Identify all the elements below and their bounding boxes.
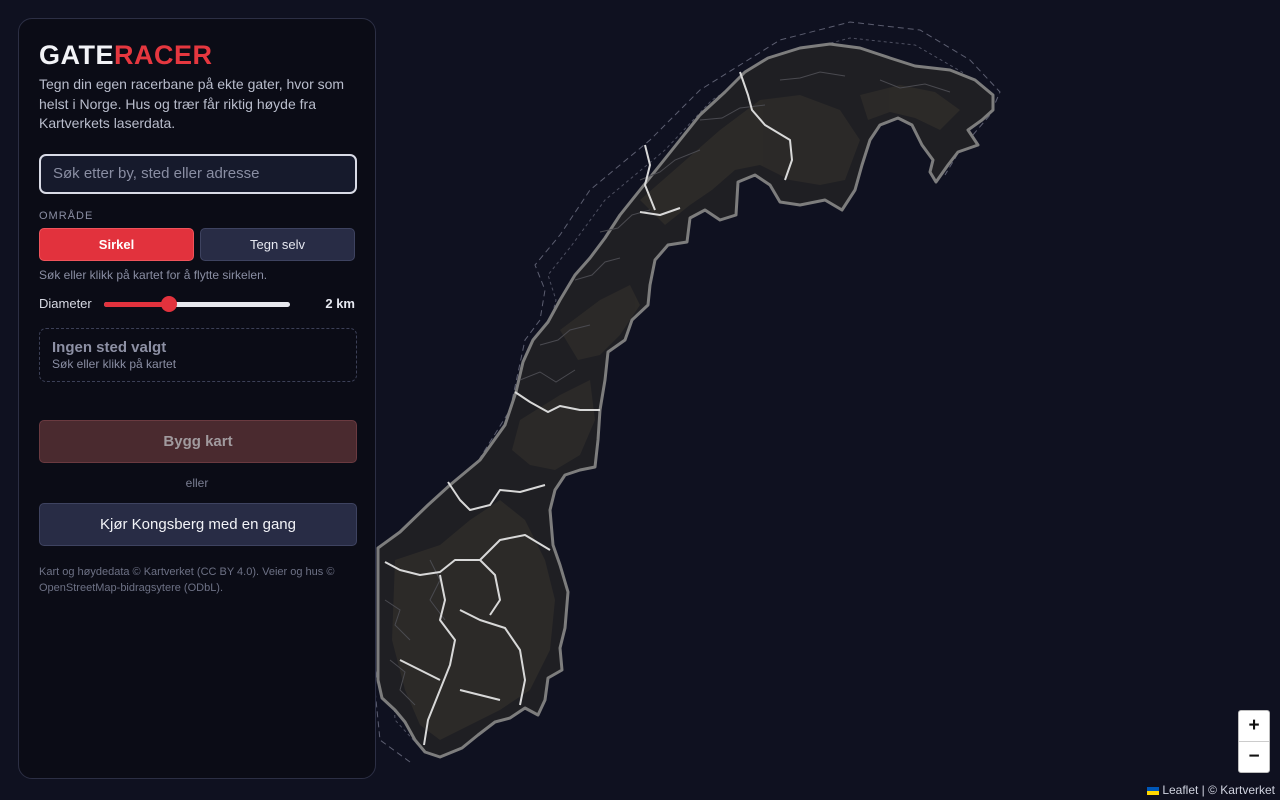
side-panel: GATERACER Tegn din egen racerbane på ekt… xyxy=(18,18,376,779)
no-place-subtitle: Søk eller klikk på kartet xyxy=(52,356,177,371)
diameter-row: Diameter 2 km xyxy=(39,295,355,313)
ukraine-flag-icon xyxy=(1147,786,1160,795)
zoom-out-button[interactable]: − xyxy=(1239,742,1269,772)
build-map-button[interactable]: Bygg kart xyxy=(39,419,357,463)
app-logo: GATERACER xyxy=(39,39,355,71)
diameter-label: Diameter xyxy=(39,296,92,311)
selected-place-box: Ingen sted valgt Søk eller klikk på kart… xyxy=(39,327,357,382)
no-place-title: Ingen sted valgt xyxy=(52,338,167,356)
diameter-value: 2 km xyxy=(325,296,355,311)
intro-text: Tegn din egen racerbane på ekte gater, h… xyxy=(39,76,345,131)
area-mode-toggle: Sirkel Tegn selv xyxy=(39,227,355,261)
terrain-layer xyxy=(392,85,960,740)
leaflet-link[interactable]: Leaflet xyxy=(1162,783,1198,797)
diameter-slider[interactable] xyxy=(104,295,290,313)
credits-text: Kart og høydedata © Kartverket (CC BY 4.… xyxy=(39,565,335,594)
zoom-in-button[interactable]: + xyxy=(1239,711,1269,742)
or-divider: eller xyxy=(185,475,209,490)
map-attribution: Leaflet | © Kartverket xyxy=(1142,781,1280,800)
attribution-text: | © Kartverket xyxy=(1198,783,1275,797)
area-label: OMRÅDE xyxy=(39,209,94,222)
logo-racer: RACER xyxy=(114,40,213,70)
circle-mode-button[interactable]: Sirkel xyxy=(39,227,194,261)
draw-mode-button[interactable]: Tegn selv xyxy=(200,227,355,261)
slider-fill xyxy=(104,301,170,307)
slider-thumb[interactable] xyxy=(161,295,178,312)
search-input[interactable] xyxy=(39,153,357,194)
logo-gate: GATE xyxy=(39,40,114,70)
area-hint: Søk eller klikk på kartet for å flytte s… xyxy=(39,267,268,282)
zoom-control: + − xyxy=(1238,710,1270,773)
drive-kongsberg-button[interactable]: Kjør Kongsberg med en gang xyxy=(39,502,357,546)
